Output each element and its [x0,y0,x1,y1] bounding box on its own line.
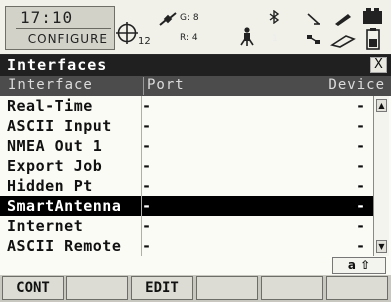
gps-satellites: G: 8 [180,13,199,23]
table-row[interactable]: ASCII Input - - [0,116,373,136]
bluetooth-icon [269,10,280,24]
table-row[interactable]: NMEA Out 1 - - [0,136,373,156]
battery-icon [363,8,382,24]
scroll-down-arrow-icon[interactable]: ▼ [376,240,387,253]
status-bar: 17:10 CONFIGURE 12 G: 8 R: 4 1 [0,0,391,56]
interface-port: - [142,217,152,235]
softkey-bar: CONT EDIT [0,275,391,302]
radio-link-icon [307,13,320,25]
status-mode: CONFIGURE [27,32,108,46]
interface-name: ASCII Input [7,117,112,135]
table-row[interactable]: Real-Time - - [0,96,373,116]
interface-name: Hidden Pt [7,177,93,195]
interface-device: - [355,157,365,175]
table-row[interactable]: Internet - - [0,216,373,236]
glonass-satellites: R: 4 [180,33,198,43]
interface-port: - [142,197,152,215]
interface-device: - [355,197,365,215]
column-header: Interface Port Device [0,76,391,96]
column-header-device[interactable]: Device [328,77,385,93]
time-mode-box: 17:10 CONFIGURE [5,6,115,50]
interface-name: SmartAntenna [7,197,122,215]
f6-button[interactable] [326,276,388,300]
interface-name: NMEA Out 1 [7,137,103,155]
f3-edit-button[interactable]: EDIT [131,276,193,300]
f4-button[interactable] [196,276,258,300]
table-row[interactable]: ASCII Remote - - [0,236,373,256]
title-bar: Interfaces X [0,55,391,76]
table-row-selected[interactable]: SmartAntenna - - [0,196,373,216]
satellite-count: 12 [138,36,151,47]
interface-device: - [355,97,365,115]
page-title: Interfaces [7,56,108,74]
f2-button[interactable] [66,276,128,300]
internal-battery-icon [366,28,380,50]
scrollbar[interactable]: ▲ ▼ [373,96,389,256]
rtk-status-icon [240,27,254,46]
input-mode-indicator: a ⇧ [332,257,386,274]
interface-port: - [142,157,152,175]
interface-device: - [355,117,365,135]
status-time: 17:10 [20,8,74,27]
interface-port: - [142,137,152,155]
link-status-icon [307,35,320,44]
status-divider [16,28,111,29]
f5-button[interactable] [261,276,323,300]
interface-device: - [355,217,365,235]
position-crosshair-icon [116,22,138,44]
device-screen: 17:10 CONFIGURE 12 G: 8 R: 4 1 Interface… [0,0,391,302]
interface-device: - [355,177,365,195]
battery-slot: 1 [272,34,278,44]
interface-port: - [142,177,152,195]
interface-name: Real-Time [7,97,93,115]
f1-cont-button[interactable]: CONT [2,276,64,300]
interface-port: - [142,97,152,115]
interface-name: ASCII Remote [7,237,122,255]
table-row[interactable]: Hidden Pt - - [0,176,373,196]
column-header-interface[interactable]: Interface [8,77,93,93]
column-header-port[interactable]: Port [143,77,185,95]
interface-device: - [355,237,365,255]
table-row[interactable]: Export Job - - [0,156,373,176]
compact-flash-icon [330,35,356,48]
interface-name: Internet [7,217,84,235]
interface-port: - [142,237,152,255]
column-divider [141,96,142,256]
interface-device: - [355,137,365,155]
storage-icon [335,14,351,26]
satellite-icon [159,12,177,26]
interface-name: Export Job [7,157,103,175]
interfaces-table: Real-Time - - ASCII Input - - NMEA Out 1… [0,96,373,256]
interface-port: - [142,117,152,135]
scroll-up-arrow-icon[interactable]: ▲ [376,99,387,112]
close-button[interactable]: X [370,57,387,73]
